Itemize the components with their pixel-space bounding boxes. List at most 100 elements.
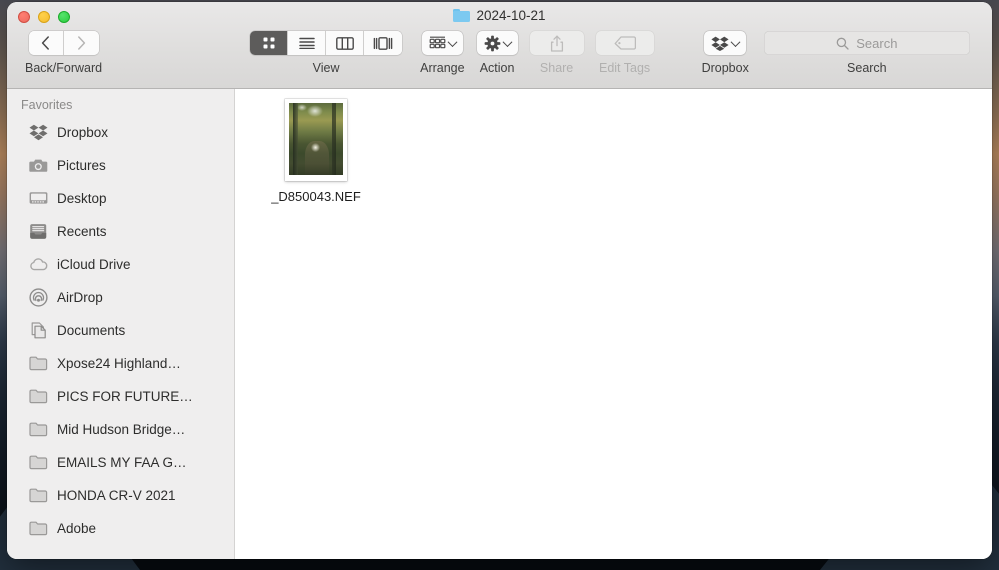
dropbox-button[interactable]: [704, 31, 747, 55]
gallery-view-button[interactable]: [364, 31, 403, 55]
folder-icon: [29, 486, 48, 505]
cloud-icon: [29, 255, 48, 274]
folder-icon: [29, 387, 48, 406]
sidebar-item-label: Documents: [57, 323, 126, 338]
folder-icon: [29, 519, 48, 538]
list-icon: [298, 37, 315, 49]
zoom-button[interactable]: [58, 11, 70, 23]
sidebar: Favorites Dropbox Pictures Desktop Recen…: [7, 89, 235, 559]
sidebar-item-label: Pictures: [57, 158, 106, 173]
sidebar-item-label: Xpose24 Highland…: [57, 356, 181, 371]
sidebar-item-label: Mid Hudson Bridge…: [57, 422, 186, 437]
window-toolbar: 2024-10-21 Back/Forward View Arrange Act…: [7, 2, 992, 89]
toolbar-group-view: View: [250, 31, 403, 75]
toolbar-group-arrange: Arrange: [420, 31, 465, 75]
chevron-left-icon: [41, 36, 49, 50]
window-body: Favorites Dropbox Pictures Desktop Recen…: [7, 89, 992, 559]
list-view-button[interactable]: [288, 31, 327, 55]
arrange-grid-icon: [429, 36, 446, 49]
action-button[interactable]: [476, 31, 518, 55]
sidebar-item-airdrop[interactable]: AirDrop: [7, 281, 234, 314]
sidebar-item-adobe[interactable]: Adobe: [7, 512, 234, 545]
share-icon: [550, 35, 563, 52]
sidebar-item-emails-my-faa[interactable]: EMAILS MY FAA G…: [7, 446, 234, 479]
edit-tags-button[interactable]: [595, 31, 654, 55]
sidebar-item-honda-crv-2021[interactable]: HONDA CR-V 2021: [7, 479, 234, 512]
sidebar-item-documents[interactable]: Documents: [7, 314, 234, 347]
search-label: Search: [847, 61, 887, 75]
close-button[interactable]: [18, 11, 30, 23]
columns-icon: [335, 36, 354, 50]
sidebar-item-mid-hudson-bridge[interactable]: Mid Hudson Bridge…: [7, 413, 234, 446]
documents-icon: [29, 321, 48, 340]
sidebar-item-pics-for-future[interactable]: PICS FOR FUTURE…: [7, 380, 234, 413]
back-forward-segmented-control: [28, 31, 99, 55]
file-item[interactable]: _D850043.NEF: [257, 99, 375, 204]
arrange-label: Arrange: [420, 61, 465, 75]
sidebar-item-label: iCloud Drive: [57, 257, 131, 272]
toolbar-group-dropbox: Dropbox: [702, 31, 749, 75]
action-label: Action: [479, 61, 515, 75]
chevron-right-icon: [77, 36, 85, 50]
column-view-button[interactable]: [326, 31, 365, 55]
search-input[interactable]: Search: [763, 31, 970, 55]
toolbar-group-navigation: Back/Forward: [25, 31, 102, 75]
desktop-icon: [29, 189, 48, 208]
sidebar-section-favorites: Favorites: [21, 98, 73, 112]
toolbar-group-search: Search Search: [763, 31, 970, 75]
traffic-lights: [18, 11, 70, 23]
grid-icon: [263, 37, 275, 49]
finder-window: 2024-10-21 Back/Forward View Arrange Act…: [7, 2, 992, 559]
sidebar-item-label: HONDA CR-V 2021: [57, 488, 176, 503]
sidebar-item-dropbox[interactable]: Dropbox: [7, 116, 234, 149]
sidebar-item-label: EMAILS MY FAA G…: [57, 455, 187, 470]
airdrop-icon: [29, 288, 48, 307]
window-title: 2024-10-21: [7, 8, 992, 23]
chevron-down-icon: [730, 36, 741, 47]
sidebar-item-icloud-drive[interactable]: iCloud Drive: [7, 248, 234, 281]
sidebar-item-label: Desktop: [57, 191, 107, 206]
sidebar-item-label: AirDrop: [57, 290, 103, 305]
folder-icon: [29, 453, 48, 472]
sidebar-item-xpose24-highland[interactable]: Xpose24 Highland…: [7, 347, 234, 380]
forest-path-photo-thumbnail: [289, 103, 343, 175]
icon-view-button[interactable]: [250, 31, 289, 55]
gallery-icon: [373, 36, 393, 50]
sidebar-item-label: Adobe: [57, 521, 97, 536]
search-placeholder: Search: [856, 35, 898, 51]
blue-folder-icon: [453, 9, 471, 22]
folder-icon: [29, 420, 48, 439]
camera-icon: [29, 156, 48, 175]
forward-button[interactable]: [63, 31, 99, 55]
back-button[interactable]: [28, 31, 64, 55]
sidebar-item-desktop[interactable]: Desktop: [7, 182, 234, 215]
toolbar-group-action: Action: [476, 31, 518, 75]
file-thumbnail: [285, 99, 347, 181]
window-title-text: 2024-10-21: [476, 8, 546, 23]
recents-clock-icon: [29, 222, 48, 241]
view-segmented-control: [250, 31, 403, 55]
dropbox-icon: [711, 36, 729, 51]
share-label: Share: [539, 61, 574, 75]
dropbox-icon: [29, 123, 48, 142]
sidebar-item-pictures[interactable]: Pictures: [7, 149, 234, 182]
toolbar-group-share: Share: [529, 31, 584, 75]
sidebar-item-recents[interactable]: Recents: [7, 215, 234, 248]
sidebar-item-label: Recents: [57, 224, 107, 239]
view-label: View: [312, 61, 340, 75]
chevron-down-icon: [447, 36, 458, 47]
back-forward-label: Back/Forward: [25, 61, 103, 75]
edit-tags-label: Edit Tags: [598, 61, 651, 75]
sidebar-item-label: PICS FOR FUTURE…: [57, 389, 193, 404]
file-name-label: _D850043.NEF: [271, 189, 361, 204]
search-icon: [836, 37, 849, 50]
arrange-button[interactable]: [421, 31, 463, 55]
folder-icon: [29, 354, 48, 373]
chevron-down-icon: [502, 36, 513, 47]
minimize-button[interactable]: [38, 11, 50, 23]
sidebar-item-label: Dropbox: [57, 125, 109, 140]
tag-icon: [614, 36, 636, 50]
toolbar-items: Back/Forward View Arrange Action Share E…: [7, 31, 992, 75]
share-button[interactable]: [529, 31, 584, 55]
file-grid: _D850043.NEF: [235, 89, 992, 559]
